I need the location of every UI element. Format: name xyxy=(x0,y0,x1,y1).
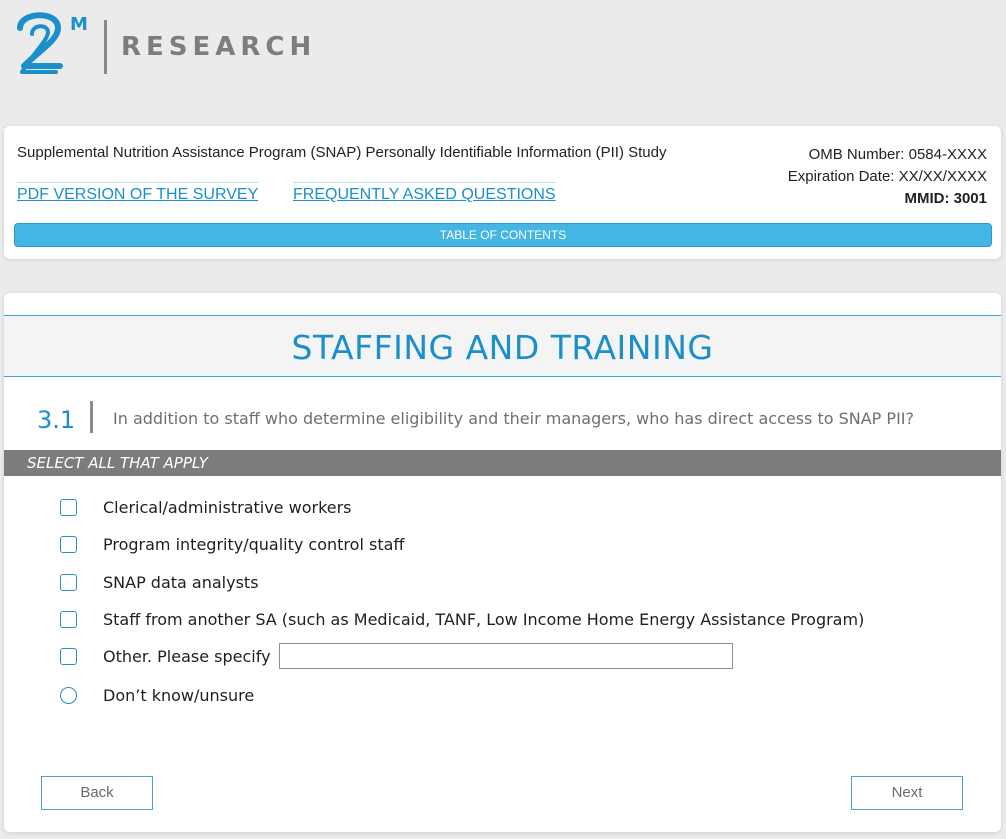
question-number: 3.1 xyxy=(37,406,76,434)
question-panel: STAFFING AND TRAINING 3.1 In addition to… xyxy=(4,293,1001,832)
checkbox[interactable] xyxy=(60,610,77,628)
checkbox[interactable] xyxy=(60,647,77,665)
mmid: MMID: 3001 xyxy=(904,190,987,207)
next-button[interactable]: Next xyxy=(851,776,963,810)
option-label: Don’t know/unsure xyxy=(103,685,255,705)
option-other[interactable]: Other. Please specify xyxy=(60,645,271,667)
option-other-sa-staff[interactable]: Staff from another SA (such as Medicaid,… xyxy=(60,608,864,630)
section-header: STAFFING AND TRAINING xyxy=(4,315,1001,377)
company-logo: M RESEARCH xyxy=(14,6,311,82)
option-clerical[interactable]: Clerical/administrative workers xyxy=(60,496,352,518)
study-title: Supplemental Nutrition Assistance Progra… xyxy=(17,144,667,161)
survey-header: Supplemental Nutrition Assistance Progra… xyxy=(4,126,1001,259)
option-label: Staff from another SA (such as Medicaid,… xyxy=(103,609,865,629)
pdf-version-link[interactable]: PDF VERSION OF THE SURVEY xyxy=(17,182,259,204)
option-label: Clerical/administrative workers xyxy=(103,497,352,517)
option-label: SNAP data analysts xyxy=(103,572,259,592)
radio-button[interactable] xyxy=(60,686,77,704)
option-program-integrity[interactable]: Program integrity/quality control staff xyxy=(60,533,404,555)
expiration-date: Expiration Date: XX/XX/XXXX xyxy=(787,168,987,185)
table-of-contents-button[interactable]: TABLE OF CONTENTS xyxy=(14,223,992,247)
checkbox[interactable] xyxy=(60,573,77,591)
section-title: STAFFING AND TRAINING xyxy=(291,328,714,367)
checkbox[interactable] xyxy=(60,498,77,516)
question-divider xyxy=(90,401,93,433)
checkbox[interactable] xyxy=(60,535,77,553)
instruction-bar: SELECT ALL THAT APPLY xyxy=(4,450,1001,476)
option-label: Program integrity/quality control staff xyxy=(103,534,405,554)
option-label: Other. Please specify xyxy=(103,646,271,666)
other-specify-input[interactable] xyxy=(279,643,733,669)
logo-divider xyxy=(104,20,107,74)
faq-link[interactable]: FREQUENTLY ASKED QUESTIONS xyxy=(293,182,556,204)
logo-mark-icon: M xyxy=(17,12,88,74)
logo-word: RESEARCH xyxy=(121,32,317,62)
back-button[interactable]: Back xyxy=(41,776,153,810)
option-data-analysts[interactable]: SNAP data analysts xyxy=(60,571,259,593)
omb-number: OMB Number: 0584-XXXX xyxy=(808,146,987,163)
omb-info: OMB Number: 0584-XXXX Expiration Date: X… xyxy=(788,144,987,210)
svg-text:M: M xyxy=(70,14,88,35)
option-dont-know[interactable]: Don’t know/unsure xyxy=(60,684,254,706)
question-text: In addition to staff who determine eligi… xyxy=(113,409,914,428)
